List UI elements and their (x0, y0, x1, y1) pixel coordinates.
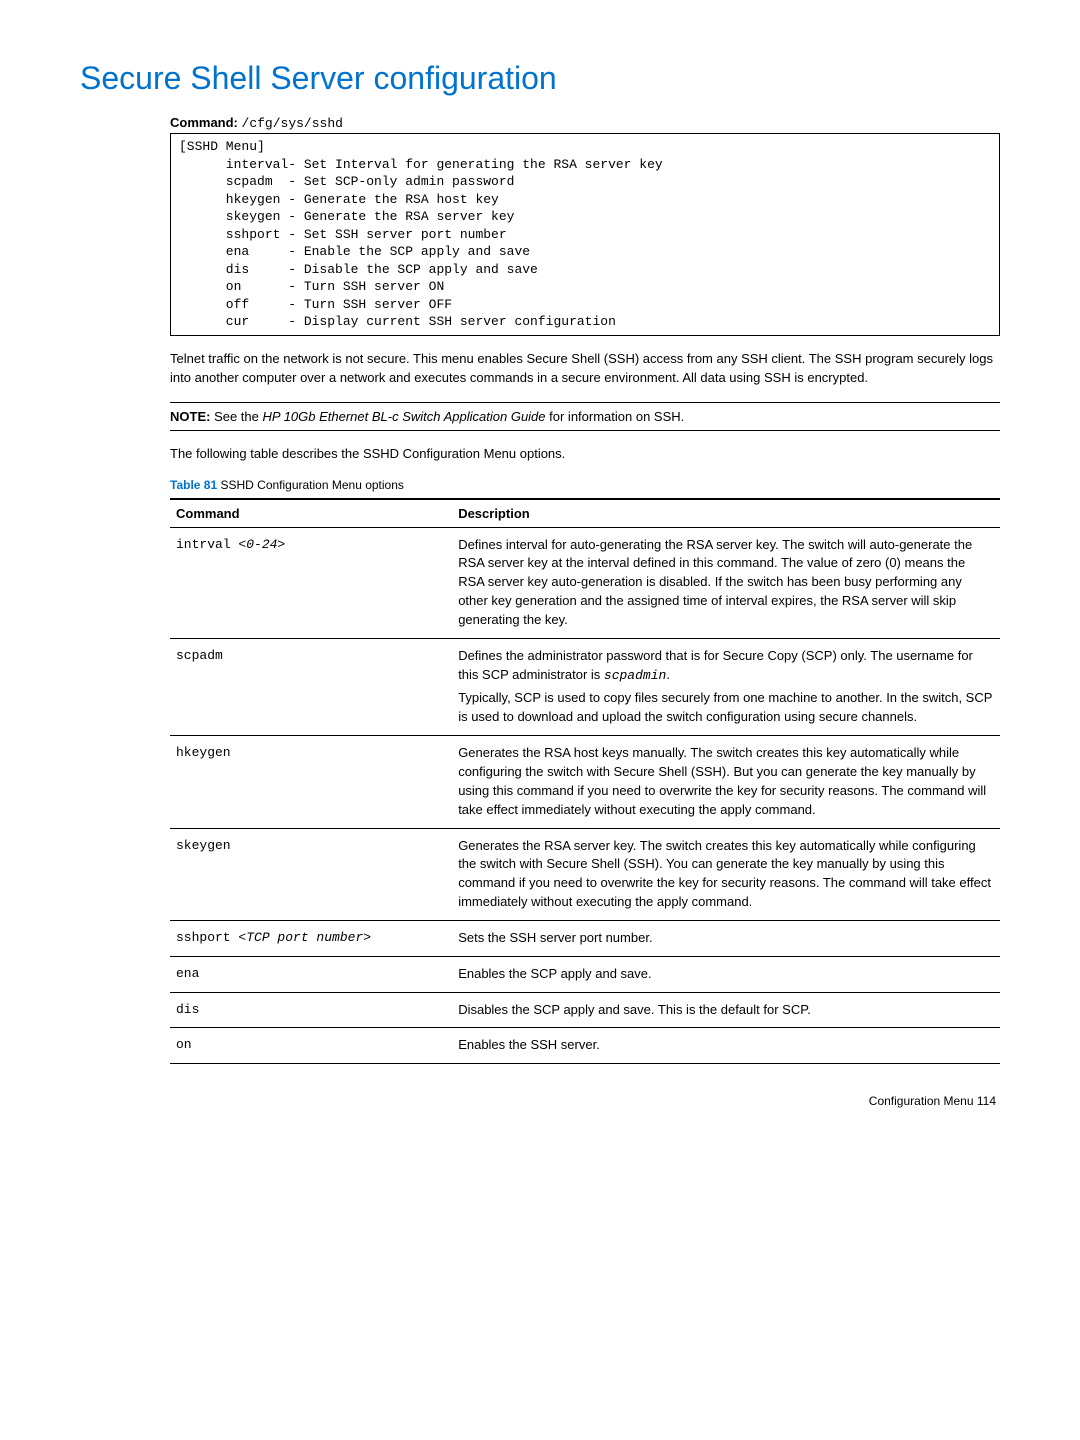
table-row: ena Enables the SCP apply and save. (170, 956, 1000, 992)
cmd-text: sshport (176, 930, 238, 945)
cmd-text: intrval (176, 537, 238, 552)
page-title: Secure Shell Server configuration (80, 60, 1000, 97)
table-row: on Enables the SSH server. (170, 1028, 1000, 1064)
sshd-options-table: Command Description intrval <0-24> Defin… (170, 498, 1000, 1065)
note-label: NOTE: (170, 409, 210, 424)
cmd-text: dis (176, 1002, 199, 1017)
table-caption: Table 81 SSHD Configuration Menu options (170, 478, 1000, 492)
note-emphasis: HP 10Gb Ethernet BL-c Switch Application… (263, 409, 546, 424)
intro-paragraph: Telnet traffic on the network is not sec… (170, 350, 1000, 388)
cmd-text: skeygen (176, 838, 231, 853)
table-row: hkeygen Generates the RSA host keys manu… (170, 736, 1000, 828)
table-row: sshport <TCP port number> Sets the SSH s… (170, 920, 1000, 956)
cmd-desc: Disables the SCP apply and save. This is… (452, 992, 1000, 1028)
cmd-arg: <TCP port number> (238, 930, 371, 945)
cmd-text: ena (176, 966, 199, 981)
desc-pre: Defines the administrator password that … (458, 648, 973, 682)
desc-mono: scpadmin (604, 668, 666, 683)
cmd-desc: Enables the SSH server. (452, 1028, 1000, 1064)
note-post: for information on SSH. (546, 409, 685, 424)
cmd-arg: <0-24> (238, 537, 285, 552)
table-caption-text: SSHD Configuration Menu options (217, 478, 404, 492)
command-label: Command: (170, 115, 238, 130)
divider-bottom (170, 430, 1000, 431)
cmd-desc: Defines interval for auto-generating the… (452, 527, 1000, 638)
desc-second-para: Typically, SCP is used to copy files sec… (458, 689, 994, 727)
note-pre: See the (210, 409, 262, 424)
cmd-text: hkeygen (176, 745, 231, 760)
col-command-header: Command (170, 499, 452, 528)
sshd-menu-code: [SSHD Menu] interval- Set Interval for g… (170, 133, 1000, 336)
desc-mid: . (666, 667, 670, 682)
cmd-desc: Sets the SSH server port number. (452, 920, 1000, 956)
table-row: skeygen Generates the RSA server key. Th… (170, 828, 1000, 920)
cmd-text: scpadm (176, 648, 223, 663)
cmd-desc: Generates the RSA server key. The switch… (452, 828, 1000, 920)
note-block: NOTE: See the HP 10Gb Ethernet BL-c Swit… (170, 409, 1000, 424)
cmd-desc: Defines the administrator password that … (452, 638, 1000, 735)
cmd-desc: Generates the RSA host keys manually. Th… (452, 736, 1000, 828)
table-number: Table 81 (170, 478, 217, 492)
col-description-header: Description (452, 499, 1000, 528)
cmd-text: on (176, 1037, 192, 1052)
table-row: dis Disables the SCP apply and save. Thi… (170, 992, 1000, 1028)
table-intro-paragraph: The following table describes the SSHD C… (170, 445, 1000, 464)
table-row: intrval <0-24> Defines interval for auto… (170, 527, 1000, 638)
divider-top (170, 402, 1000, 403)
command-line: Command: /cfg/sys/sshd (170, 115, 1000, 131)
cmd-desc: Enables the SCP apply and save. (452, 956, 1000, 992)
command-value: /cfg/sys/sshd (242, 116, 343, 131)
table-row: scpadm Defines the administrator passwor… (170, 638, 1000, 735)
page-footer: Configuration Menu 114 (80, 1094, 1000, 1108)
